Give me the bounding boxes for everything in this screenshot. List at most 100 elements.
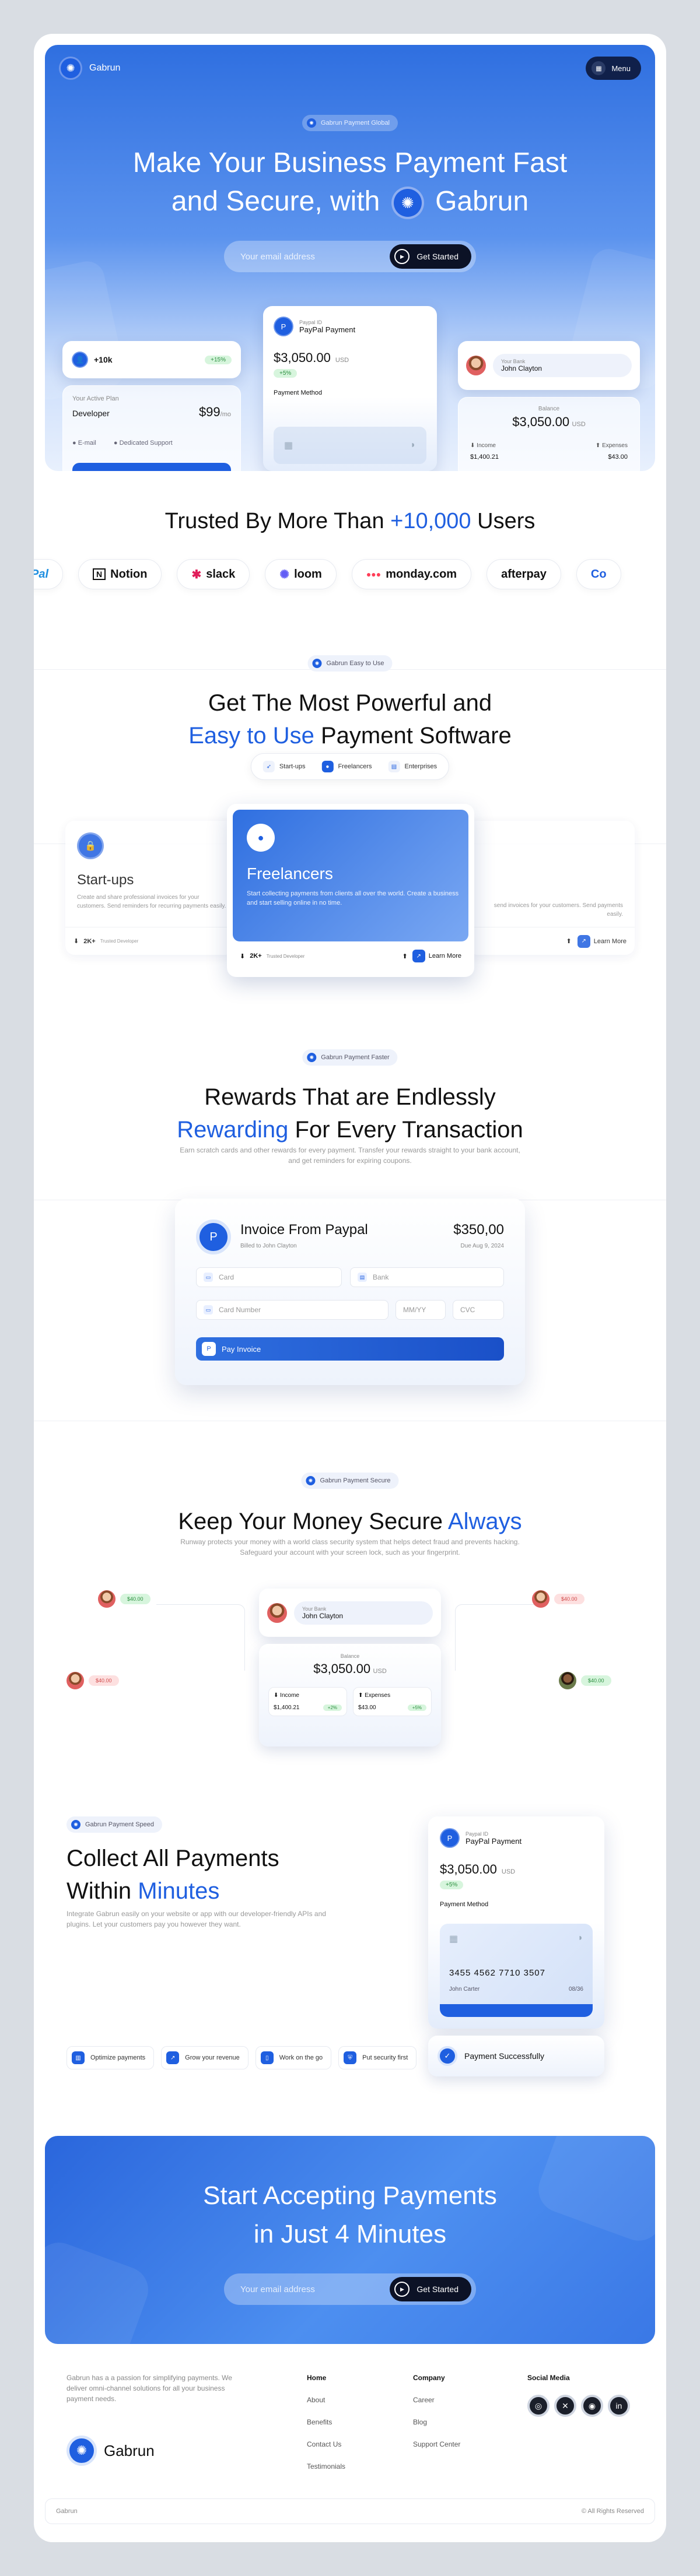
hero-credit-card: ▦ ◗ (274, 427, 426, 464)
cta-get-started-button[interactable]: ▶ Get Started (390, 2277, 471, 2301)
plan-label: Your Active Plan (72, 395, 119, 402)
paypal-id-label: Paypal ID (299, 319, 323, 325)
feature-optimize: ▥ Optimize payments (66, 2046, 155, 2069)
pill-logo-icon: ✺ (312, 659, 322, 668)
x-icon[interactable]: ✕ (554, 2395, 576, 2417)
collect-method-label: Payment Method (440, 1901, 489, 1908)
footer-link-career[interactable]: Career (413, 2389, 460, 2411)
tab-freelancers[interactable]: ● Freelancers (317, 757, 376, 776)
freelancers-stat: 2K+ (250, 953, 262, 960)
card-number-field[interactable]: ▭ Card Number (196, 1300, 388, 1320)
footer-link-home[interactable]: Home (307, 2367, 345, 2389)
freelancers-learn-more-button[interactable]: ↗ Learn More (412, 950, 461, 962)
hero-logo[interactable]: ✺ Gabrun (59, 57, 120, 80)
person-icon: ● (247, 824, 275, 852)
footer-link-contact[interactable]: Contact Us (307, 2433, 345, 2455)
enterprise-card: send invoices for your customers. Send p… (468, 821, 635, 955)
hero-decor-shape (45, 258, 128, 403)
card-number: 3455 4562 7710 3507 (449, 1968, 545, 1978)
secure-subtitle: Runway protects your money with a world … (180, 1538, 520, 1556)
plan-price: $99 (198, 405, 220, 419)
linkedin-icon[interactable]: in (608, 2395, 630, 2417)
balance-amount: $3,050.00 (512, 414, 570, 429)
expiry-field[interactable]: MM/YY (396, 1300, 446, 1320)
hero-email-input[interactable] (240, 251, 369, 262)
bank-option[interactable]: ▤ Bank (350, 1267, 504, 1287)
footer-link-support[interactable]: Support Center (413, 2433, 460, 2455)
hero-title-line1: Make Your Business Payment Fast (132, 147, 568, 178)
powerful-title: Get The Most Powerful and Easy to Use Pa… (188, 690, 512, 748)
brand-afterpay: afterpay (487, 559, 561, 589)
brand-paypal: Pal (34, 559, 64, 589)
footer-nav-col1: Home About Benefits Contact Us Testimoni… (307, 2367, 345, 2477)
footer-about: Gabrun has a a passion for simplifying p… (66, 2374, 232, 2403)
hero-pill-text: Gabrun Payment Global (320, 120, 390, 126)
expenses-box: ⬆ Expenses $43.00 +5% (353, 1687, 432, 1716)
pill-logo-icon: ✺ (307, 1053, 317, 1062)
brand-logos-row: Pal NNotion ✱slack ✺loom ●●●monday.com a… (34, 559, 666, 589)
card-option[interactable]: ▭ Card (196, 1267, 342, 1287)
expenses-value: $43.00 (608, 454, 628, 461)
secure-balance-amount: $3,050.00 (313, 1661, 371, 1676)
download-icon: ⬇ (74, 938, 79, 945)
hero-pill: ✺ Gabrun Payment Global (302, 115, 398, 131)
freelancers-banner: ● Freelancers Start collecting payments … (233, 810, 468, 941)
connector-line (455, 1604, 542, 1671)
slack-icon: ✱ (191, 568, 202, 581)
freelancers-card: ● Freelancers Start collecting payments … (227, 804, 474, 977)
feature-security: ⛨ Put security first (338, 2046, 417, 2069)
user-icon: ● (321, 761, 334, 772)
stat-badge: +15% (205, 355, 232, 364)
bank-icon: ▤ (358, 1273, 367, 1282)
tab-startups[interactable]: ➶ Start-ups (258, 757, 310, 776)
enterprise-desc: send invoices for your customers. Send p… (494, 902, 623, 918)
brand-monday: ●●● monday.com (351, 559, 472, 589)
card-icon: ▭ (204, 1273, 213, 1282)
paypal-badge: +5% (274, 369, 298, 378)
cta-email-bar: ▶ Get Started (224, 2273, 476, 2305)
enterprise-learn-more-button[interactable]: ↗ Learn More (577, 934, 626, 948)
instagram-icon[interactable]: ◉ (581, 2395, 603, 2417)
paypal-currency: USD (335, 357, 349, 364)
startups-card: 🔒 Start-ups Create and share professiona… (65, 821, 235, 955)
tab-enterprises[interactable]: ▤ Enterprises (384, 757, 442, 776)
rewards-pill: ✺ Gabrun Payment Faster (302, 1049, 398, 1066)
footer-link-testimonials[interactable]: Testimonials (307, 2455, 345, 2477)
pill-logo-icon: ✺ (306, 118, 316, 128)
hero-paypal-card: P Paypal ID PayPal Payment $3,050.00 USD +… (263, 306, 437, 471)
monday-icon: ●●● (366, 570, 382, 579)
footer-link-company[interactable]: Company (413, 2367, 460, 2389)
pay-invoice-button[interactable]: P Pay Invoice (196, 1337, 504, 1361)
paypal-amount: $3,050.00 (274, 350, 331, 365)
cvc-field[interactable]: CVC (453, 1300, 504, 1320)
hero-user-card: Your Bank John Clayton (458, 341, 640, 390)
hero-logo-icon: ✺ (391, 187, 424, 220)
hero-title-line2: and Secure, with (171, 186, 380, 217)
footer-link-benefits[interactable]: Benefits (307, 2411, 345, 2433)
footer-bottom-brand: Gabrun (56, 2508, 78, 2515)
hero-get-started-button[interactable]: ▶ Get Started (390, 244, 471, 269)
grid-icon: ▦ (592, 61, 606, 75)
freelancers-title: Freelancers (247, 864, 333, 883)
logo-icon: ✺ (66, 2436, 97, 2466)
secure-balance-card: Balance $3,050.00 USD ⬇ Income $1,400.21… (259, 1644, 441, 1746)
dribbble-icon[interactable]: ◎ (527, 2395, 550, 2417)
collect-paypal-card: P Paypal ID PayPal Payment $3,050.00 USD +… (428, 1816, 604, 2029)
cta-email-input[interactable] (240, 2284, 369, 2294)
footer-social-title: Social Media (527, 2374, 570, 2382)
footer-link-blog[interactable]: Blog (413, 2411, 460, 2433)
users-icon: 👤 (72, 352, 88, 368)
footer-copyright: © All Rights Reserved (581, 2508, 644, 2515)
avatar (66, 1672, 84, 1689)
secure-user-name: John Clayton (302, 1611, 344, 1620)
freelancers-stat-label: Trusted Developer (266, 953, 305, 959)
card-expiry: 08/36 (568, 1986, 583, 1992)
footer-nav-col2: Company Career Blog Support Center (413, 2367, 460, 2455)
avatar (559, 1672, 576, 1689)
collect-pill: ✺ Gabrun Payment Speed (66, 1816, 163, 1833)
expenses-label: ⬆ Expenses (595, 442, 628, 449)
footer-link-about[interactable]: About (307, 2389, 345, 2411)
menu-button[interactable]: ▦ Menu (586, 57, 641, 80)
cta-section: Start Accepting Payments in Just 4 Minut… (45, 2136, 655, 2344)
footer-logo[interactable]: ✺ Gabrun (66, 2436, 155, 2466)
